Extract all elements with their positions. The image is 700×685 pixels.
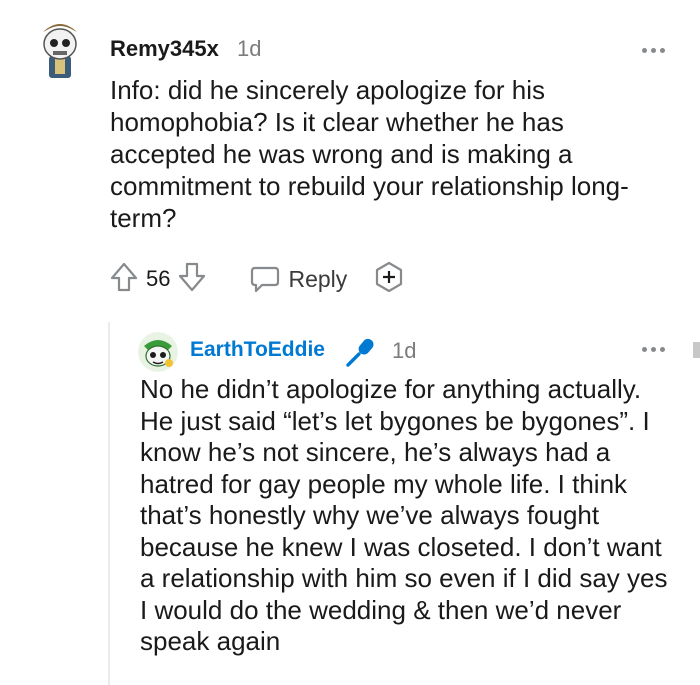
award-plus-icon <box>376 261 403 292</box>
upvote-button[interactable] <box>110 262 138 297</box>
downvote-arrow-icon <box>179 262 206 291</box>
more-dots-icon <box>642 347 647 352</box>
downvote-button[interactable] <box>178 262 206 297</box>
avatar-icon <box>138 332 178 372</box>
comment-actions: 56 Reply <box>110 261 405 298</box>
reply-button[interactable]: Reply <box>250 265 347 293</box>
comment-author[interactable]: Remy345x <box>110 36 219 62</box>
microphone-badge <box>344 336 378 373</box>
comment-body: No he didn’t apologize for anything actu… <box>140 374 668 656</box>
more-options-button[interactable] <box>642 347 665 352</box>
award-button[interactable] <box>373 261 405 298</box>
comment-age: 1d <box>392 338 417 363</box>
comment-author[interactable]: EarthToEddie <box>190 338 325 362</box>
thread-line[interactable] <box>108 322 110 685</box>
comment-age: 1d <box>237 36 262 61</box>
speech-bubble-icon <box>251 266 280 293</box>
upvote-arrow-icon <box>110 262 138 291</box>
avatar[interactable] <box>37 18 83 80</box>
avatar-icon <box>43 24 77 78</box>
more-options-button[interactable] <box>642 48 665 53</box>
reply-label: Reply <box>288 265 348 292</box>
avatar[interactable] <box>138 332 178 372</box>
more-dots-icon <box>642 48 647 53</box>
microphone-icon <box>346 338 374 367</box>
vote-count: 56 <box>146 266 171 291</box>
scrollbar[interactable] <box>693 342 700 358</box>
comment-body: Info: did he sincerely apologize for his… <box>110 75 629 233</box>
